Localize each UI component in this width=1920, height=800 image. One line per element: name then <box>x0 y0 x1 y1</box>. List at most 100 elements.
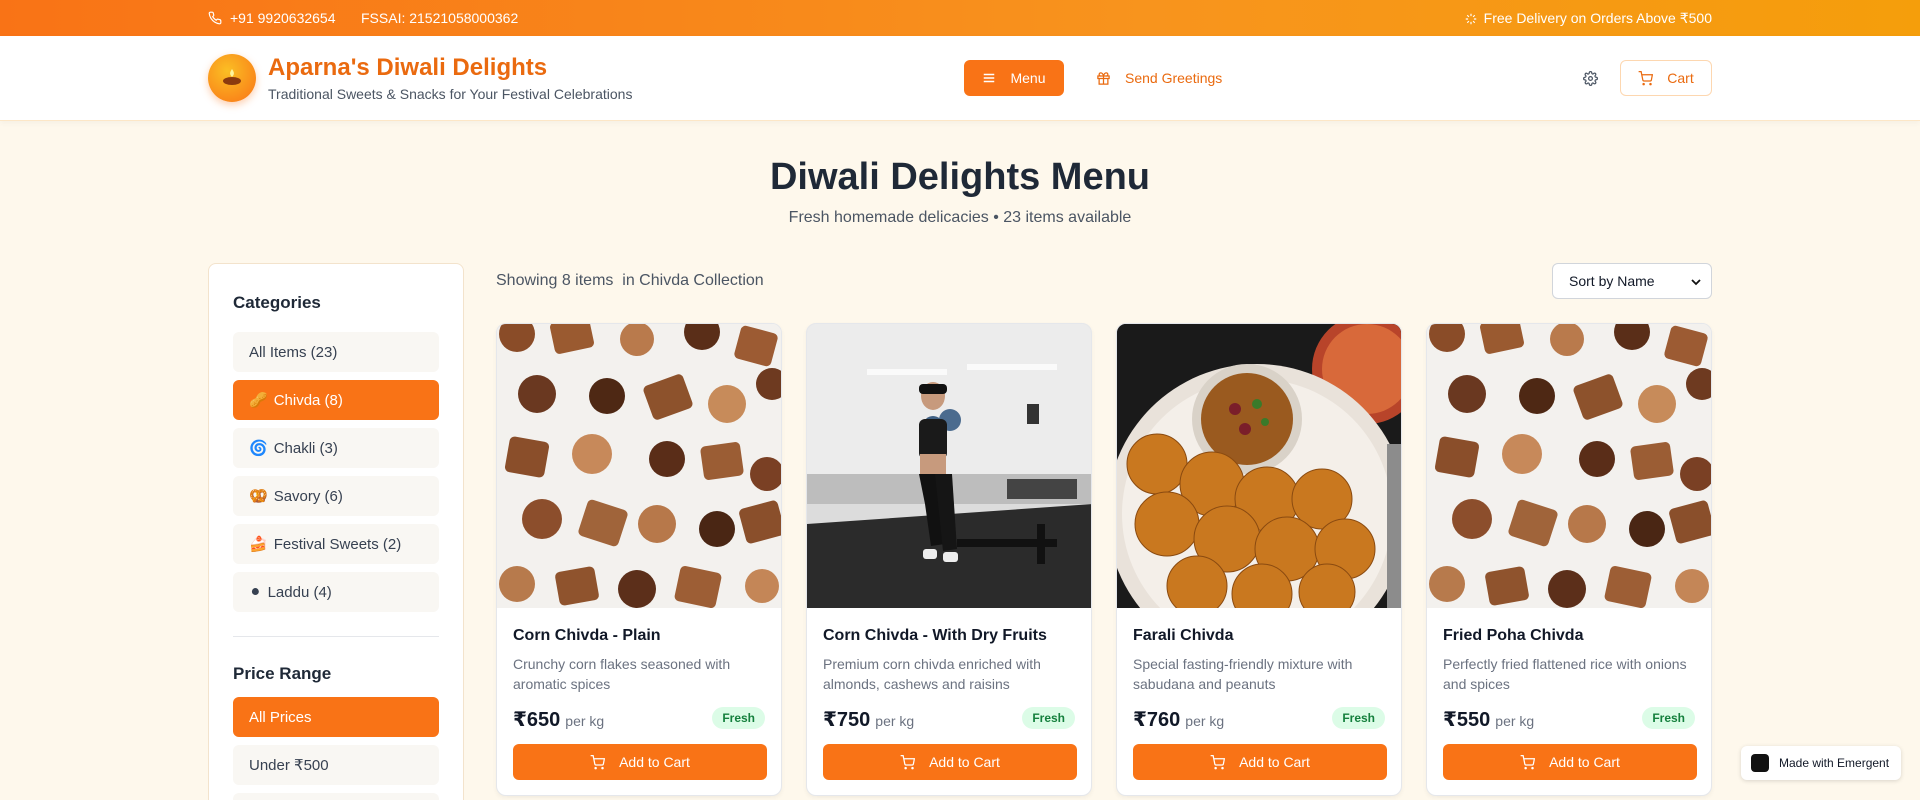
category-savory[interactable]: 🥨 Savory (6) <box>233 476 439 516</box>
product-description: Special fasting-friendly mixture with sa… <box>1133 656 1353 692</box>
send-greetings-button[interactable]: Send Greetings <box>1096 60 1222 96</box>
product-card[interactable]: Fried Poha Chivda Perfectly fried flatte… <box>1426 323 1712 796</box>
price-unit: per kg <box>1185 713 1225 729</box>
category-chakli[interactable]: 🌀 Chakli (3) <box>233 428 439 468</box>
add-to-cart-button[interactable]: Add to Cart <box>823 744 1077 780</box>
made-with-emergent-badge[interactable]: Made with Emergent <box>1741 746 1901 780</box>
phone-info[interactable]: +91 9920632654 <box>208 10 336 26</box>
site-header: Aparna's Diwali Delights Traditional Swe… <box>0 36 1920 121</box>
price-range-option[interactable] <box>233 793 439 800</box>
pretzel-icon: 🥨 <box>249 488 268 505</box>
fresh-badge: Fresh <box>1022 707 1075 729</box>
product-name[interactable]: Corn Chivda - Plain <box>513 627 661 645</box>
cart-icon <box>900 754 916 769</box>
product-price: ₹650 per kg <box>513 707 604 732</box>
fresh-badge: Fresh <box>1332 707 1385 729</box>
phone-number: +91 9920632654 <box>230 10 336 26</box>
price-amount: ₹750 <box>823 709 871 731</box>
product-description: Crunchy corn flakes seasoned with aromat… <box>513 656 731 692</box>
chevron-down-icon <box>1691 279 1701 286</box>
price-unit: per kg <box>565 713 605 729</box>
product-name[interactable]: Farali Chivda <box>1133 627 1233 645</box>
fresh-badge: Fresh <box>712 707 765 729</box>
gym-photo <box>807 324 1091 608</box>
category-laddu[interactable]: ⚫ Laddu (4) <box>233 572 439 612</box>
free-delivery-notice: Free Delivery on Orders Above ₹500 <box>1464 10 1712 27</box>
product-image[interactable] <box>1117 324 1401 608</box>
category-all-items[interactable]: All Items (23) <box>233 332 439 372</box>
product-name[interactable]: Fried Poha Chivda <box>1443 627 1583 645</box>
price-under-500[interactable]: Under ₹500 <box>233 745 439 785</box>
product-price: ₹550 per kg <box>1443 707 1534 732</box>
cake-icon: 🍰 <box>249 536 268 553</box>
page-subtitle: Fresh homemade delicacies • 23 items ava… <box>788 209 1132 226</box>
product-image[interactable] <box>1427 324 1711 608</box>
product-image[interactable] <box>497 324 781 608</box>
brand-title[interactable]: Aparna's Diwali Delights <box>268 54 547 82</box>
product-image[interactable] <box>807 324 1091 608</box>
cart-icon <box>1210 754 1226 769</box>
pav-bhaji-photo <box>1117 324 1401 608</box>
fssai-number: FSSAI: 21521058000362 <box>361 10 519 26</box>
category-label: Laddu (4) <box>267 583 332 601</box>
add-to-cart-button[interactable]: Add to Cart <box>513 744 767 780</box>
cart-button[interactable]: Cart <box>1620 60 1712 96</box>
category-label: Chakli (3) <box>273 439 338 457</box>
product-price: ₹760 per kg <box>1133 707 1224 732</box>
free-delivery-text: Free Delivery on Orders Above ₹500 <box>1483 10 1712 26</box>
gift-icon <box>1097 71 1110 85</box>
add-to-cart-label: Add to Cart <box>619 754 690 770</box>
price-amount: ₹650 <box>513 709 561 731</box>
gear-icon <box>1582 70 1598 86</box>
fresh-badge: Fresh <box>1642 707 1695 729</box>
settings-button[interactable] <box>1578 66 1602 90</box>
sort-select[interactable]: Sort by Name <box>1552 263 1712 299</box>
product-card[interactable]: Farali Chivda Special fasting-friendly m… <box>1116 323 1402 796</box>
product-card[interactable]: Corn Chivda - With Dry Fruits Premium co… <box>806 323 1092 796</box>
spiral-icon: 🌀 <box>249 440 268 457</box>
product-price: ₹750 per kg <box>823 707 914 732</box>
sidebar-divider <box>233 636 439 637</box>
diya-icon <box>223 69 241 85</box>
results-count: Showing 8 items in Chivda Collection <box>496 272 764 289</box>
product-description: Premium corn chivda enriched with almond… <box>823 656 1041 692</box>
chocolates-photo <box>1427 324 1711 608</box>
brand-subtitle: Traditional Sweets & Snacks for Your Fes… <box>268 86 633 102</box>
made-with-emergent-label: Made with Emergent <box>1779 756 1890 770</box>
price-label: All Prices <box>249 708 312 726</box>
price-label: Under ₹500 <box>249 757 329 774</box>
product-description: Perfectly fried flattened rice with onio… <box>1443 656 1687 692</box>
phone-icon <box>208 11 222 25</box>
add-to-cart-button[interactable]: Add to Cart <box>1133 744 1387 780</box>
category-label: All Items (23) <box>249 343 338 361</box>
send-greetings-label: Send Greetings <box>1125 70 1223 86</box>
cart-icon <box>1638 70 1654 85</box>
price-amount: ₹550 <box>1443 709 1491 731</box>
price-range-heading: Price Range <box>233 664 332 683</box>
category-chivda[interactable]: 🥜 Chivda (8) <box>233 380 439 420</box>
price-unit: per kg <box>875 713 915 729</box>
add-to-cart-label: Add to Cart <box>929 754 1000 770</box>
product-card[interactable]: Corn Chivda - Plain Crunchy corn flakes … <box>496 323 782 796</box>
peanut-icon: 🥜 <box>249 392 268 409</box>
cart-label: Cart <box>1667 70 1694 86</box>
add-to-cart-label: Add to Cart <box>1239 754 1310 770</box>
sparkle-icon <box>1465 13 1476 24</box>
sort-value: Sort by Name <box>1569 273 1655 289</box>
chocolates-photo <box>497 324 781 608</box>
product-name[interactable]: Corn Chivda - With Dry Fruits <box>823 627 1047 645</box>
category-festival-sweets[interactable]: 🍰 Festival Sweets (2) <box>233 524 439 564</box>
top-info-bar: +91 9920632654 FSSAI: 21521058000362 Fre… <box>0 0 1920 36</box>
add-to-cart-button[interactable]: Add to Cart <box>1443 744 1697 780</box>
price-unit: per kg <box>1495 713 1535 729</box>
category-label: Festival Sweets (2) <box>273 535 402 553</box>
menu-button-label: Menu <box>1010 70 1046 86</box>
menu-button[interactable]: Menu <box>964 60 1064 96</box>
diya-logo[interactable] <box>208 54 256 102</box>
price-all-prices[interactable]: All Prices <box>233 697 439 737</box>
price-amount: ₹760 <box>1133 709 1181 731</box>
categories-heading: Categories <box>233 293 321 312</box>
add-to-cart-label: Add to Cart <box>1549 754 1620 770</box>
cart-icon <box>590 754 606 769</box>
cart-icon <box>1520 754 1536 769</box>
